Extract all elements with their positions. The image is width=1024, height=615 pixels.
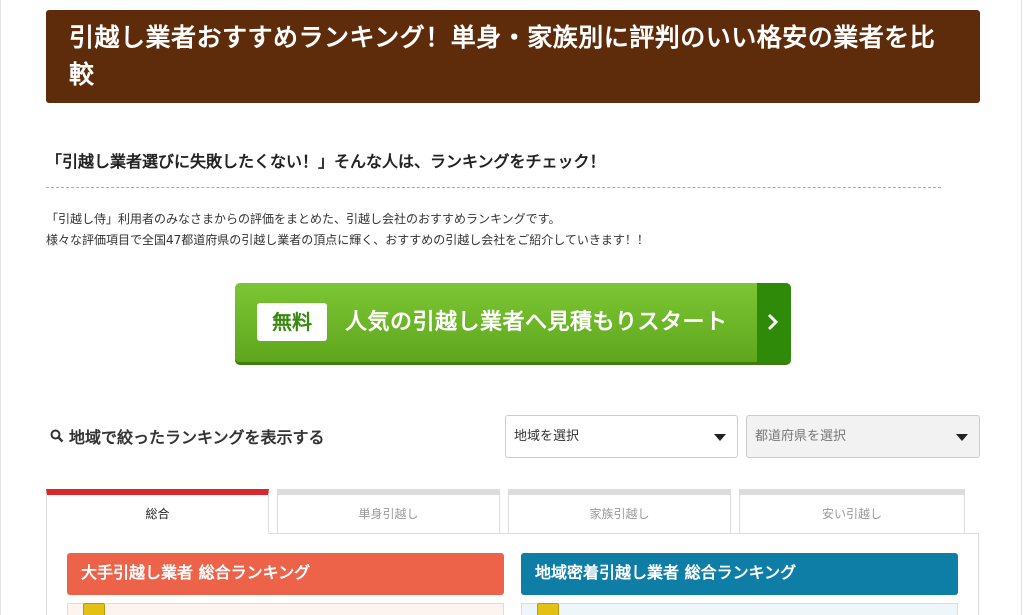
- rank-1-crown-icon: [83, 603, 105, 615]
- tab-divider: [269, 533, 979, 534]
- tab-label: 単身引越し: [358, 507, 419, 521]
- free-badge: 無料: [257, 303, 327, 341]
- region-filter-label: 地域で絞ったランキングを表示する: [69, 428, 325, 447]
- tab-label: 総合: [145, 507, 170, 521]
- major-ranking-heading: 大手引越し業者 総合ランキング: [67, 553, 504, 595]
- search-icon: [50, 428, 64, 447]
- estimate-start-label: 人気の引越し業者へ見積もりスタート: [345, 310, 728, 335]
- tab-label: 安い引越し: [821, 507, 882, 521]
- dotted-divider: [46, 187, 941, 188]
- tab-label: 家族引越し: [589, 507, 650, 521]
- local-ranking-heading: 地域密着引越し業者 総合ランキング: [521, 553, 958, 595]
- intro-paragraph: 「引越し侍」利用者のみなさまからの評価をまとめた、引越し会社のおすすめランキング…: [46, 209, 649, 251]
- local-ranking-first-entry: [521, 603, 958, 615]
- prefecture-select-value: 都道府県を選択: [755, 429, 847, 444]
- dropdown-caret-icon: [956, 434, 968, 441]
- tab-family[interactable]: 家族引越し: [508, 489, 731, 534]
- region-select-value: 地域を選択: [514, 429, 580, 444]
- title-banner: 引越し業者おすすめランキング！単身・家族別に評判のいい格安の業者を比較: [46, 10, 980, 103]
- page-title: 引越し業者おすすめランキング！単身・家族別に評判のいい格安の業者を比較: [69, 23, 936, 89]
- estimate-start-button[interactable]: 無料 人気の引越し業者へ見積もりスタート: [235, 283, 791, 362]
- page-right-border: [1021, 0, 1022, 615]
- intro-line-1: 「引越し侍」利用者のみなさまからの評価をまとめた、引越し会社のおすすめランキング…: [46, 212, 561, 226]
- tab-overall[interactable]: 総合: [46, 489, 269, 534]
- chevron-right-icon: [757, 283, 791, 362]
- lead-text: 「引越し業者選びに失敗したくない！」そんな人は、ランキングをチェック！: [46, 152, 606, 171]
- tab-single[interactable]: 単身引越し: [277, 489, 500, 534]
- intro-line-2: 様々な評価項目で全国47都道府県の引越し業者の頂点に輝く、おすすめの引越し会社を…: [46, 233, 649, 247]
- dropdown-caret-icon: [714, 434, 726, 441]
- tab-cheap[interactable]: 安い引越し: [739, 489, 965, 534]
- major-ranking-first-entry: [67, 603, 504, 615]
- prefecture-select[interactable]: 都道府県を選択: [746, 415, 980, 458]
- rank-1-crown-icon: [537, 603, 559, 615]
- page-left-border: [0, 0, 1, 615]
- region-select[interactable]: 地域を選択: [505, 415, 738, 458]
